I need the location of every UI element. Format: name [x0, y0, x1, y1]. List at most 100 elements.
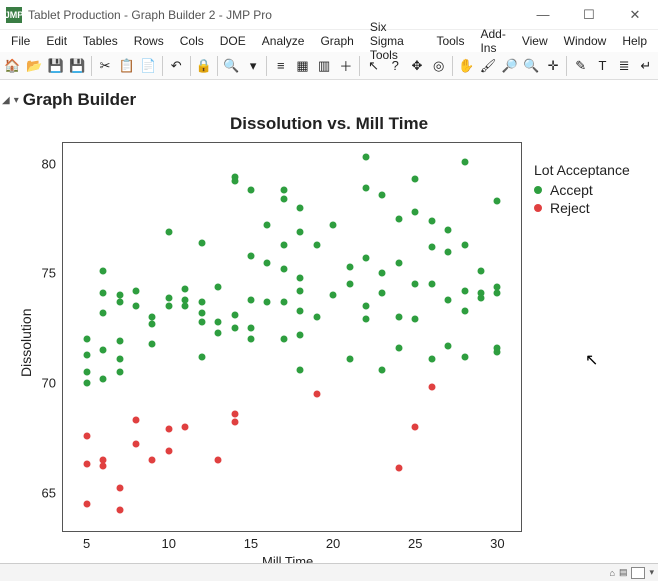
- data-point: [445, 226, 452, 233]
- menu-item-cols[interactable]: Cols: [173, 32, 211, 50]
- data-point: [395, 259, 402, 266]
- data-point: [132, 287, 139, 294]
- menu-item-window[interactable]: Window: [557, 32, 614, 50]
- data-point: [247, 252, 254, 259]
- data-point: [412, 423, 419, 430]
- undo-icon[interactable]: ↶: [166, 55, 187, 77]
- toolbar-separator: [452, 56, 453, 76]
- data-point: [313, 241, 320, 248]
- data-point: [116, 485, 123, 492]
- titlebar: JMP Tablet Production - Graph Builder 2 …: [0, 0, 658, 30]
- data-point: [247, 336, 254, 343]
- menu-item-add-ins[interactable]: Add-Ins: [473, 25, 512, 57]
- text-tool-icon[interactable]: T: [592, 55, 613, 77]
- menu-item-edit[interactable]: Edit: [39, 32, 74, 50]
- open-icon[interactable]: 📂: [24, 55, 45, 77]
- pointer-icon[interactable]: ↖: [363, 55, 384, 77]
- data-point: [149, 314, 156, 321]
- disclosure-icon[interactable]: ◢: [2, 95, 10, 106]
- statusbar: ⌂ ▤ ▾: [0, 563, 658, 581]
- data-point: [445, 342, 452, 349]
- menu-item-analyze[interactable]: Analyze: [255, 32, 312, 50]
- menu-item-tools[interactable]: Tools: [429, 32, 471, 50]
- cut-icon[interactable]: ✂: [95, 55, 116, 77]
- data-point: [362, 316, 369, 323]
- grid-icon[interactable]: ▦: [292, 55, 313, 77]
- chart-area: Dissolution vs. Mill Time Lot Acceptance…: [0, 112, 658, 562]
- data-point: [362, 185, 369, 192]
- help-cursor-icon[interactable]: ?: [385, 55, 406, 77]
- data-point: [297, 274, 304, 281]
- home-icon[interactable]: 🏠: [2, 55, 23, 77]
- crosshair-icon[interactable]: ✛: [543, 55, 564, 77]
- zoom-in-icon[interactable]: 🔍: [521, 55, 542, 77]
- data-point: [395, 465, 402, 472]
- hand-icon[interactable]: ✋: [456, 55, 477, 77]
- menu-triangle-icon[interactable]: ▾: [14, 95, 19, 106]
- legend-item-accept[interactable]: Accept: [534, 182, 630, 198]
- x-tick-label: 10: [162, 536, 176, 551]
- data-point: [461, 158, 468, 165]
- data-point: [165, 228, 172, 235]
- maximize-button[interactable]: ☐: [566, 0, 612, 29]
- data-point: [182, 303, 189, 310]
- data-point: [428, 244, 435, 251]
- copy-icon[interactable]: 📋: [116, 55, 137, 77]
- legend-item-reject[interactable]: Reject: [534, 200, 630, 216]
- paste-icon[interactable]: 📄: [138, 55, 159, 77]
- move-icon[interactable]: ✥: [407, 55, 428, 77]
- menu-item-help[interactable]: Help: [615, 32, 654, 50]
- data-point: [231, 325, 238, 332]
- menubar: FileEditTablesRowsColsDOEAnalyzeGraphSix…: [0, 30, 658, 52]
- data-point: [297, 287, 304, 294]
- data-point: [198, 309, 205, 316]
- menu-list-icon[interactable]: ≡: [270, 55, 291, 77]
- plot-box[interactable]: [62, 142, 522, 532]
- status-box[interactable]: [631, 567, 645, 579]
- menu-item-rows[interactable]: Rows: [127, 32, 171, 50]
- menu-item-tables[interactable]: Tables: [76, 32, 125, 50]
- align-icon[interactable]: ≣: [614, 55, 635, 77]
- data-point: [83, 461, 90, 468]
- data-point: [83, 369, 90, 376]
- minimize-button[interactable]: —: [520, 0, 566, 29]
- y-tick-label: 80: [42, 156, 56, 171]
- x-tick-label: 20: [326, 536, 340, 551]
- save-as-icon[interactable]: 💾: [67, 55, 88, 77]
- zoom-icon[interactable]: 🔍: [221, 55, 242, 77]
- pencil-icon[interactable]: ✎: [570, 55, 591, 77]
- menu-item-graph[interactable]: Graph: [313, 32, 360, 50]
- menu-item-view[interactable]: View: [515, 32, 555, 50]
- data-point: [198, 318, 205, 325]
- plus-icon[interactable]: ＋: [336, 55, 357, 77]
- data-point: [165, 303, 172, 310]
- lock-icon[interactable]: 🔒: [193, 55, 214, 77]
- data-point: [428, 384, 435, 391]
- data-point: [215, 329, 222, 336]
- brush-icon[interactable]: 🖌: [478, 55, 499, 77]
- data-point: [395, 215, 402, 222]
- save-icon[interactable]: 💾: [45, 55, 66, 77]
- wrap-icon[interactable]: ↵: [635, 55, 656, 77]
- data-point: [83, 336, 90, 343]
- data-point: [215, 456, 222, 463]
- data-point: [165, 426, 172, 433]
- data-point: [231, 174, 238, 181]
- status-layout-icon[interactable]: ▤: [619, 567, 628, 578]
- toolbar-separator: [91, 56, 92, 76]
- magnifier-icon[interactable]: 🔎: [499, 55, 520, 77]
- close-button[interactable]: ✕: [612, 0, 658, 29]
- menu-item-file[interactable]: File: [4, 32, 37, 50]
- data-point: [330, 222, 337, 229]
- toolbar-separator: [266, 56, 267, 76]
- layout-icon[interactable]: ▥: [314, 55, 335, 77]
- target-icon[interactable]: ◎: [428, 55, 449, 77]
- status-dropdown-icon[interactable]: ▾: [649, 567, 654, 578]
- data-point: [494, 198, 501, 205]
- status-home-icon[interactable]: ⌂: [610, 568, 615, 578]
- chevron-down-icon[interactable]: ▾: [243, 55, 264, 77]
- data-point: [280, 336, 287, 343]
- data-point: [83, 432, 90, 439]
- menu-item-doe[interactable]: DOE: [213, 32, 253, 50]
- data-point: [379, 191, 386, 198]
